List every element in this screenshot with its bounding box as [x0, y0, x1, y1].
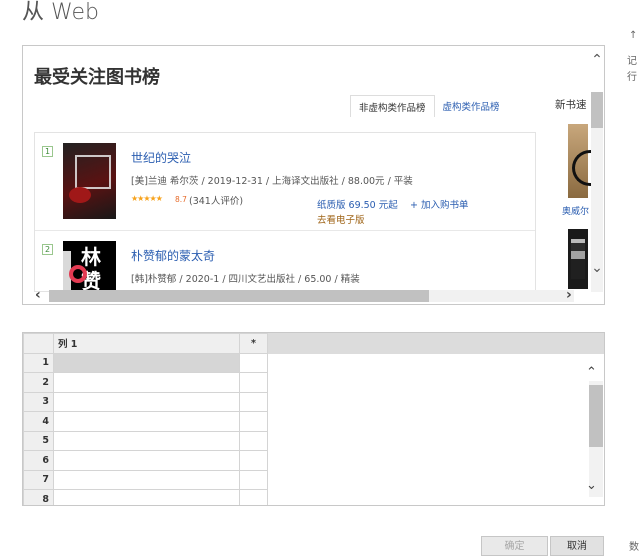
ebook-link[interactable]: 去看电子版: [317, 212, 365, 226]
row-header[interactable]: 6: [23, 450, 54, 471]
list-item: 1 世纪的哭泣 [美]兰迪 希尔茨 / 2019-12-31 / 上海译文出版社…: [35, 133, 535, 230]
grid-cell[interactable]: [53, 489, 240, 505]
book-title-link[interactable]: 世纪的哭泣: [131, 149, 191, 166]
tab-nonfiction[interactable]: 非虚构类作品榜: [350, 95, 435, 117]
grid-cell[interactable]: [239, 450, 268, 471]
book-title-link[interactable]: 朴赞郁的蒙太奇: [131, 247, 215, 264]
grid-cell[interactable]: [239, 352, 268, 373]
tab-fiction[interactable]: 虚构类作品榜: [435, 95, 508, 117]
ok-button[interactable]: 确定: [481, 536, 548, 556]
row-header[interactable]: 5: [23, 430, 54, 451]
chevron-up-icon[interactable]: ⌃: [586, 365, 597, 380]
edge-text: 行: [627, 72, 637, 83]
side-book-cover[interactable]: [568, 124, 591, 198]
rating-score: 8.7: [175, 195, 187, 204]
chevron-up-icon[interactable]: ⌃: [589, 52, 604, 70]
grid-cell[interactable]: [239, 372, 268, 393]
page-heading: 最受关注图书榜: [34, 67, 160, 88]
corner-text: 数: [629, 542, 639, 553]
grid-cell[interactable]: [53, 352, 240, 373]
paper-price-link[interactable]: 纸质版 69.50 元起: [317, 197, 398, 211]
add-to-cart-link[interactable]: + 加入购书单: [410, 197, 468, 211]
add-column-header[interactable]: *: [239, 333, 268, 354]
grid-cell[interactable]: [53, 469, 240, 490]
list-item: 2 林赞 朴赞郁的蒙太奇 [韩]朴赞郁 / 2020-1 / 四川文艺出版社 /…: [35, 230, 535, 292]
tab-bar: 非虚构类作品榜 虚构类作品榜: [350, 95, 508, 117]
book-meta: [韩]朴赞郁 / 2020-1 / 四川文艺出版社 / 65.00 / 精装: [131, 274, 360, 285]
rating-stars-icon: ★★★★★: [131, 194, 163, 203]
book-list: 1 世纪的哭泣 [美]兰迪 希尔茨 / 2019-12-31 / 上海译文出版社…: [34, 132, 536, 292]
side-book-cover[interactable]: [568, 229, 588, 289]
grid-cell[interactable]: [239, 411, 268, 432]
grid-cell[interactable]: [239, 430, 268, 451]
rank-badge: 2: [42, 244, 53, 255]
dialog-title: 从 Web: [22, 0, 99, 25]
data-grid: 列 1 * 1 2 3 4 5 6 7 8: [23, 333, 268, 505]
grid-cell[interactable]: [53, 430, 240, 451]
edge-text: 记: [627, 56, 637, 67]
chevron-down-icon[interactable]: ⌄: [589, 260, 604, 278]
web-preview-panel: 最受关注图书榜 非虚构类作品榜 虚构类作品榜 新书速 1 世纪的哭泣 [美]兰迪…: [22, 45, 605, 305]
row-header[interactable]: 1: [23, 352, 54, 373]
book-cover[interactable]: [63, 143, 116, 219]
data-grid-panel: 列 1 * 1 2 3 4 5 6 7 8 ⌃ ⌄: [22, 332, 605, 506]
grid-cell[interactable]: [53, 450, 240, 471]
cover-text: 林赞: [81, 245, 101, 292]
book-cover[interactable]: 林赞: [63, 241, 116, 292]
chevron-right-icon[interactable]: ›: [566, 287, 580, 303]
vertical-scroll-thumb[interactable]: [591, 92, 603, 128]
row-header[interactable]: 7: [23, 469, 54, 490]
row-header[interactable]: 2: [23, 372, 54, 393]
grid-scroll-thumb[interactable]: [589, 385, 603, 447]
book-meta: [美]兰迪 希尔茨 / 2019-12-31 / 上海译文出版社 / 88.00…: [131, 176, 413, 187]
column-header[interactable]: 列 1: [53, 333, 240, 354]
grid-cell[interactable]: [239, 489, 268, 505]
corner-cell: [23, 333, 54, 354]
side-book-title-link[interactable]: 奥威尔: [562, 204, 589, 217]
row-header[interactable]: 4: [23, 411, 54, 432]
grid-cell[interactable]: [53, 391, 240, 412]
horizontal-scroll-thumb[interactable]: [49, 290, 429, 302]
grid-cell[interactable]: [53, 372, 240, 393]
chevron-down-icon[interactable]: ⌄: [586, 478, 597, 493]
right-edge-clipped: ↑ 记 行: [627, 28, 639, 88]
review-count: (341人评价): [189, 196, 244, 207]
grid-cell[interactable]: [53, 411, 240, 432]
row-header[interactable]: 8: [23, 489, 54, 505]
up-arrow-icon: ↑: [629, 30, 638, 41]
new-books-heading: 新书速: [555, 99, 587, 111]
chevron-left-icon[interactable]: ‹: [35, 287, 49, 303]
grid-cell[interactable]: [239, 469, 268, 490]
grid-empty-area: [267, 354, 604, 505]
grid-cell[interactable]: [239, 391, 268, 412]
cancel-button[interactable]: 取消: [550, 536, 604, 556]
rank-badge: 1: [42, 146, 53, 157]
row-header[interactable]: 3: [23, 391, 54, 412]
